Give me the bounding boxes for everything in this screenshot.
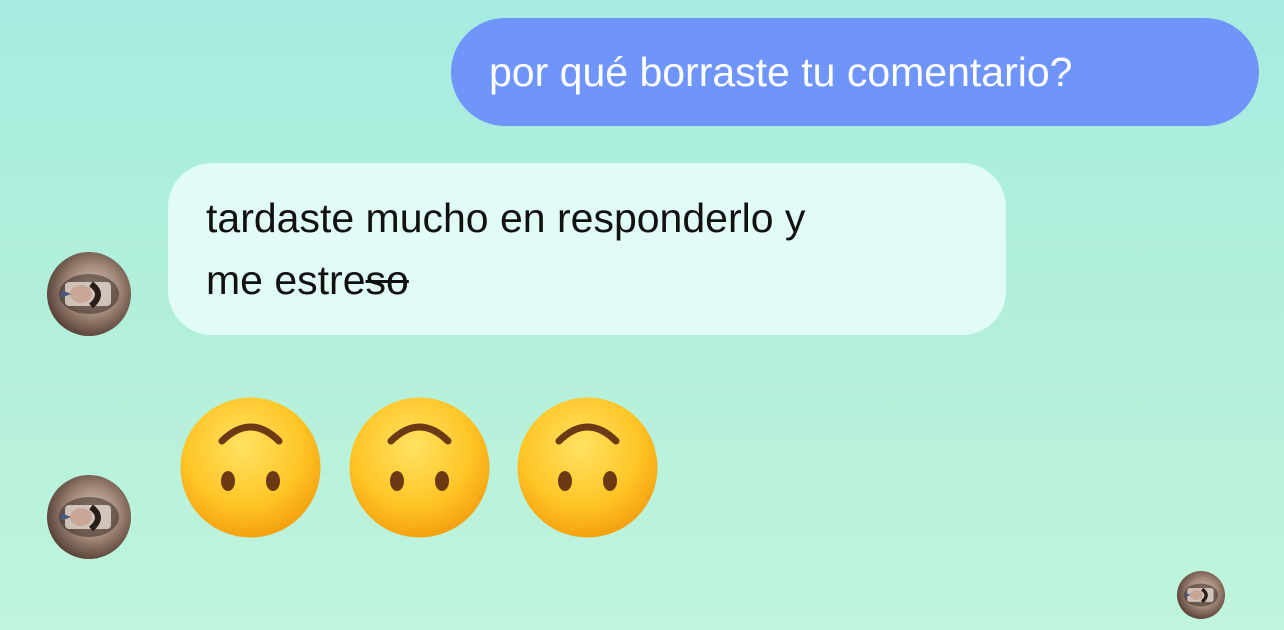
avatar-photo-icon <box>59 274 119 314</box>
emoji-message[interactable] <box>178 395 658 540</box>
outgoing-message-bubble[interactable]: por qué borraste tu comentario? <box>451 18 1259 126</box>
upside-down-face-emoji-icon <box>515 395 660 540</box>
upside-down-face-emoji-icon <box>347 395 492 540</box>
incoming-message-line-2: me estreso <box>206 249 976 311</box>
outgoing-message-text: por qué borraste tu comentario? <box>489 49 1073 95</box>
contact-avatar[interactable] <box>47 252 131 336</box>
upside-down-face-emoji-icon <box>178 395 323 540</box>
incoming-message-line-2-prefix: me estre <box>206 257 366 303</box>
incoming-message-bubble[interactable]: tardaste mucho en responderlo y me estre… <box>168 163 1006 335</box>
avatar-photo-icon <box>1183 583 1219 607</box>
read-receipt-avatar <box>1177 571 1225 619</box>
contact-avatar[interactable] <box>47 475 131 559</box>
incoming-message-line-1: tardaste mucho en responderlo y <box>206 195 806 241</box>
chat-thread: por qué borraste tu comentario? tardaste… <box>0 0 1284 630</box>
avatar-photo-icon <box>59 497 119 537</box>
struck-through-text: so <box>365 257 409 303</box>
